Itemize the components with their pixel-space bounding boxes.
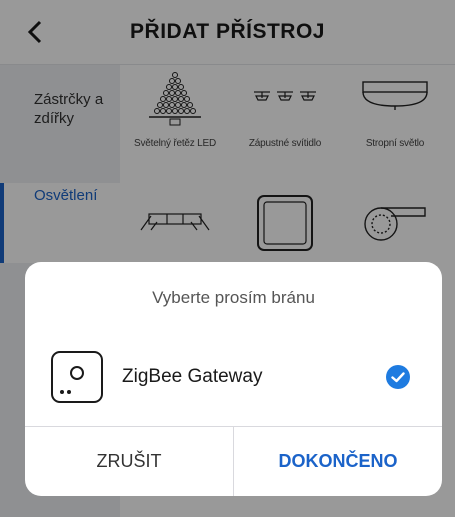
gateway-option-row[interactable]: ZigBee Gateway [25, 344, 442, 410]
check-circle-icon[interactable] [386, 365, 410, 389]
dialog-title: Vyberte prosím bránu [152, 288, 315, 307]
done-button[interactable]: DOKONČENO [234, 427, 442, 496]
gateway-device-icon [51, 351, 103, 403]
cancel-button[interactable]: ZRUŠIT [25, 427, 233, 496]
gateway-select-dialog: Vyberte prosím bránu ZigBee Gateway ZRUŠ… [25, 262, 442, 496]
gateway-name: ZigBee Gateway [122, 366, 263, 387]
